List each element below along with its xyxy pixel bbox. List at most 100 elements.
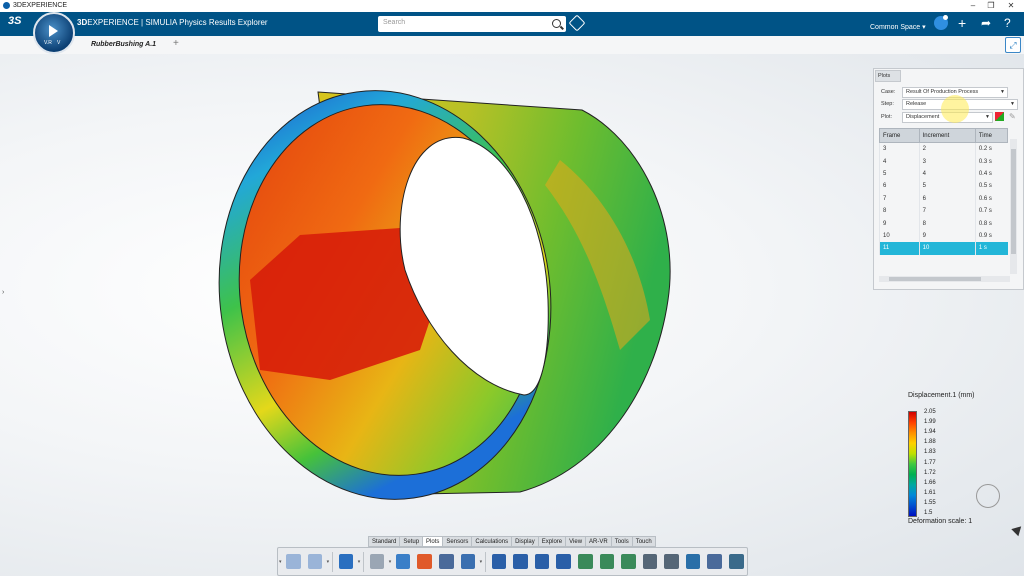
chevron-down-icon: ▼ [1010,101,1015,107]
case-value: Result Of Production Process [906,89,979,95]
plot-options-icon[interactable] [995,112,1004,121]
chevron-down-icon[interactable]: ▾ [480,559,483,565]
tab-explore[interactable]: Explore [537,536,567,547]
table-row[interactable]: 5 4 0.4 s [879,167,1008,181]
color-icon[interactable] [417,554,432,569]
legend-value: 1.77 [924,459,936,466]
edit-icon[interactable]: ✎ [1009,112,1016,121]
streamline-icon[interactable] [685,554,701,569]
compass-label-v: V [57,40,61,46]
step-label: Step: [881,101,894,107]
copy-icon[interactable] [286,554,301,569]
select-icon[interactable] [369,554,385,569]
rubber-bushing-model[interactable] [0,0,1024,576]
tab-touch[interactable]: Touch [631,536,656,547]
color-scale-bar [908,411,917,517]
table-row[interactable]: 11 10 1 s [879,242,1008,255]
table-icon[interactable] [460,554,476,569]
chevron-down-icon[interactable]: ▾ [327,559,330,565]
table-row[interactable]: 6 5 0.5 s [879,180,1008,193]
line-chart-icon[interactable] [599,554,615,569]
col-frame[interactable]: Frame [879,128,920,143]
frame-cell: 7 [879,192,920,205]
tab-tools[interactable]: Tools [610,536,633,547]
graph-icon[interactable] [664,554,679,569]
bar-chart-icon[interactable] [534,554,550,569]
layers-icon[interactable] [707,554,722,569]
bar-chart-icon[interactable] [513,554,528,569]
line-chart-icon[interactable] [577,554,593,569]
col-increment[interactable]: Increment [918,128,976,143]
increment-cell: 8 [918,217,976,230]
legend-value: 1.5 [924,510,933,516]
time-cell: 1 s [974,242,1008,255]
orientation-triad-icon[interactable] [976,484,1000,508]
monitor-icon[interactable] [438,554,454,569]
legend-value: 1.88 [924,439,936,446]
frame-cell: 9 [879,217,920,230]
table-row[interactable]: 10 9 0.9 s [879,229,1008,243]
chevron-down-icon[interactable]: ▾ [279,559,282,565]
plot-label: Plot: [881,114,893,120]
plot-value: Displacement [906,114,940,120]
toolbar-divider [363,551,365,572]
table-row[interactable]: 7 6 0.6 s [879,192,1008,205]
chevron-down-icon[interactable]: ▾ [358,559,361,565]
tab-setup[interactable]: Setup [399,536,424,547]
tab-ar-vr[interactable]: AR-VR [585,536,612,547]
table-row[interactable]: 4 3 0.3 s [879,155,1008,168]
bar-chart-icon[interactable] [491,554,507,569]
line-chart-icon[interactable] [621,554,636,569]
action-bar-toolbar: ▾ ▾ ▾ ▾ ▾ [277,547,748,576]
tab-calculations[interactable]: Calculations [471,536,513,547]
scroll-thumb[interactable] [889,277,981,281]
frame-cell: 8 [879,204,920,218]
undo-icon[interactable] [338,554,354,569]
increment-cell: 9 [918,229,976,243]
compass-label-vr: V.R [44,40,52,46]
table-row[interactable]: 3 2 0.2 s [879,142,1008,156]
action-bar-tabs: Standard Setup Plots Sensors Calculations Dis… [368,536,656,547]
frame-cell: 11 [879,242,920,255]
legend-value: 1.99 [924,419,936,426]
tab-display[interactable]: Display [511,536,539,547]
toolbar-divider [332,551,334,572]
chevron-down-icon: ▼ [1000,89,1005,95]
legend-value: 1.94 [924,429,936,436]
frame-cell: 4 [879,155,920,168]
paste-icon[interactable] [307,554,323,569]
time-cell: 0.5 s [974,180,1008,193]
col-time[interactable]: Time [974,128,1009,143]
tab-plots[interactable]: Plots [422,536,444,547]
tab-view[interactable]: View [565,536,587,547]
table-row[interactable]: 9 8 0.8 s [879,217,1008,230]
legend-value: 2.05 [924,409,936,415]
graph-icon[interactable] [642,554,658,569]
scroll-thumb[interactable] [1011,149,1016,254]
tab-standard[interactable]: Standard [368,536,401,547]
tab-sensors[interactable]: Sensors [442,536,473,547]
time-cell: 0.2 s [974,142,1008,156]
increment-cell: 6 [918,192,976,205]
bar-chart-icon[interactable] [556,554,571,569]
legend-title: Displacement.1 (mm) [908,392,975,399]
increment-cell: 10 [918,242,976,255]
table-vertical-scrollbar[interactable] [1010,139,1017,274]
frame-cell: 6 [879,180,920,193]
increment-cell: 5 [918,180,976,193]
legend-value: 1.55 [924,499,936,506]
increment-cell: 2 [918,142,976,156]
compass-button[interactable]: V.R V [33,12,75,54]
frames-table-body: 3 2 0.2 s 4 3 0.3 s 5 4 0.4 s 6 5 0.5 s 7 6 0.6 s 8 7 0.7… [879,142,1008,255]
table-row[interactable]: 8 7 0.7 s [879,204,1008,218]
deformation-scale: Deformation scale: 1 [908,518,973,525]
chevron-down-icon[interactable]: ▾ [389,559,392,565]
legend-value: 1.61 [924,489,936,496]
cursor-highlight [941,95,969,123]
increment-cell: 3 [918,155,976,168]
settings-panel-icon[interactable] [728,554,744,569]
tab-plots[interactable]: Plots [875,70,901,82]
table-horizontal-scrollbar[interactable] [879,276,1010,282]
render-icon[interactable] [395,554,411,569]
legend-value: 1.66 [924,479,936,486]
